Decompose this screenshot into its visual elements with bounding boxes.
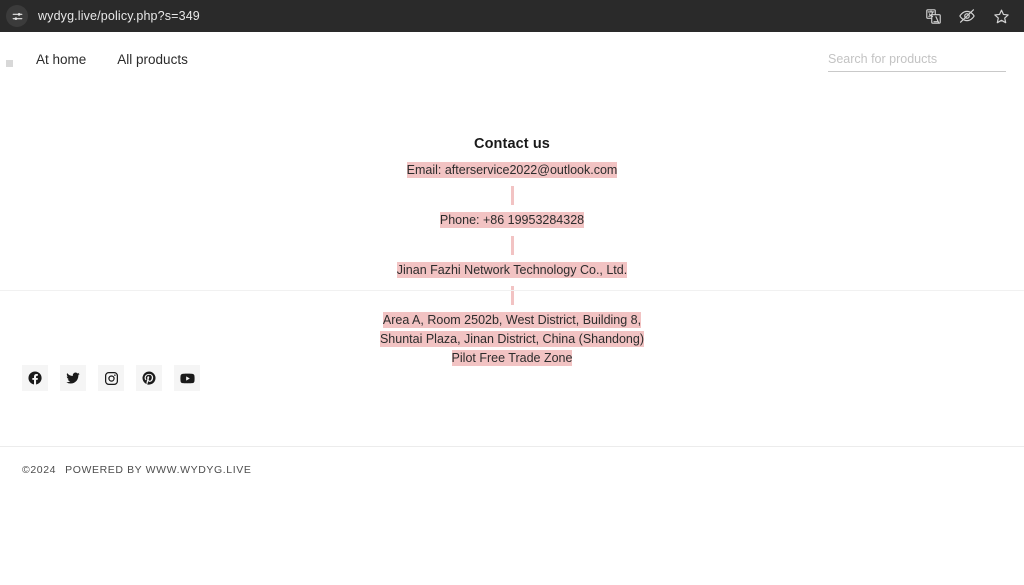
highlight-spacer-2 [0,236,1024,255]
footer: ©2024 POWERED BY WWW.WYDYG.LIVE [22,464,251,476]
contact-phone: Phone: +86 19953284328 [0,211,1024,230]
social-links [22,365,200,391]
chrome-actions [924,7,1014,25]
contact-company: Jinan Fazhi Network Technology Co., Ltd. [0,261,1024,280]
translate-icon[interactable] [924,7,942,25]
footer-divider [0,446,1024,447]
search-container [828,50,1006,72]
footer-powered-by: POWERED BY WWW.WYDYG.LIVE [65,464,252,476]
contact-address: Area A, Room 2502b, West District, Build… [374,311,650,368]
highlight-spacer-3 [0,286,1024,305]
instagram-icon[interactable] [98,365,124,391]
twitter-icon[interactable] [60,365,86,391]
footer-copyright: ©2024 [22,464,57,476]
contact-company-text: Jinan Fazhi Network Technology Co., Ltd. [396,262,628,278]
address-bar[interactable]: wydyg.live/policy.php?s=349 [6,5,914,27]
site-logo[interactable] [6,59,13,67]
page-title: Contact us [474,136,550,152]
contact-address-text: Area A, Room 2502b, West District, Build… [379,312,645,366]
url-text[interactable]: wydyg.live/policy.php?s=349 [38,9,200,23]
browser-chrome: wydyg.live/policy.php?s=349 [0,0,1024,32]
nav-item-at-home[interactable]: At home [26,48,96,71]
facebook-icon[interactable] [22,365,48,391]
search-input[interactable] [828,50,1006,72]
youtube-icon[interactable] [174,365,200,391]
page-body: At home All products Contact us Email: a… [0,32,1024,585]
contact-email-text: Email: afterservice2022@outlook.com [406,162,618,178]
contact-section: Contact us Email: afterservice2022@outlo… [0,84,1024,368]
site-header: At home All products [0,32,1024,84]
nav-item-all-products[interactable]: All products [107,48,198,71]
star-icon[interactable] [992,7,1010,25]
sliders-icon[interactable] [6,5,28,27]
contact-phone-text: Phone: +86 19953284328 [439,212,585,228]
eye-off-icon[interactable] [958,7,976,25]
main-nav: At home All products [26,48,198,71]
section-divider [0,290,1024,291]
contact-email: Email: afterservice2022@outlook.com [0,161,1024,180]
highlight-spacer-1 [0,186,1024,205]
pinterest-icon[interactable] [136,365,162,391]
